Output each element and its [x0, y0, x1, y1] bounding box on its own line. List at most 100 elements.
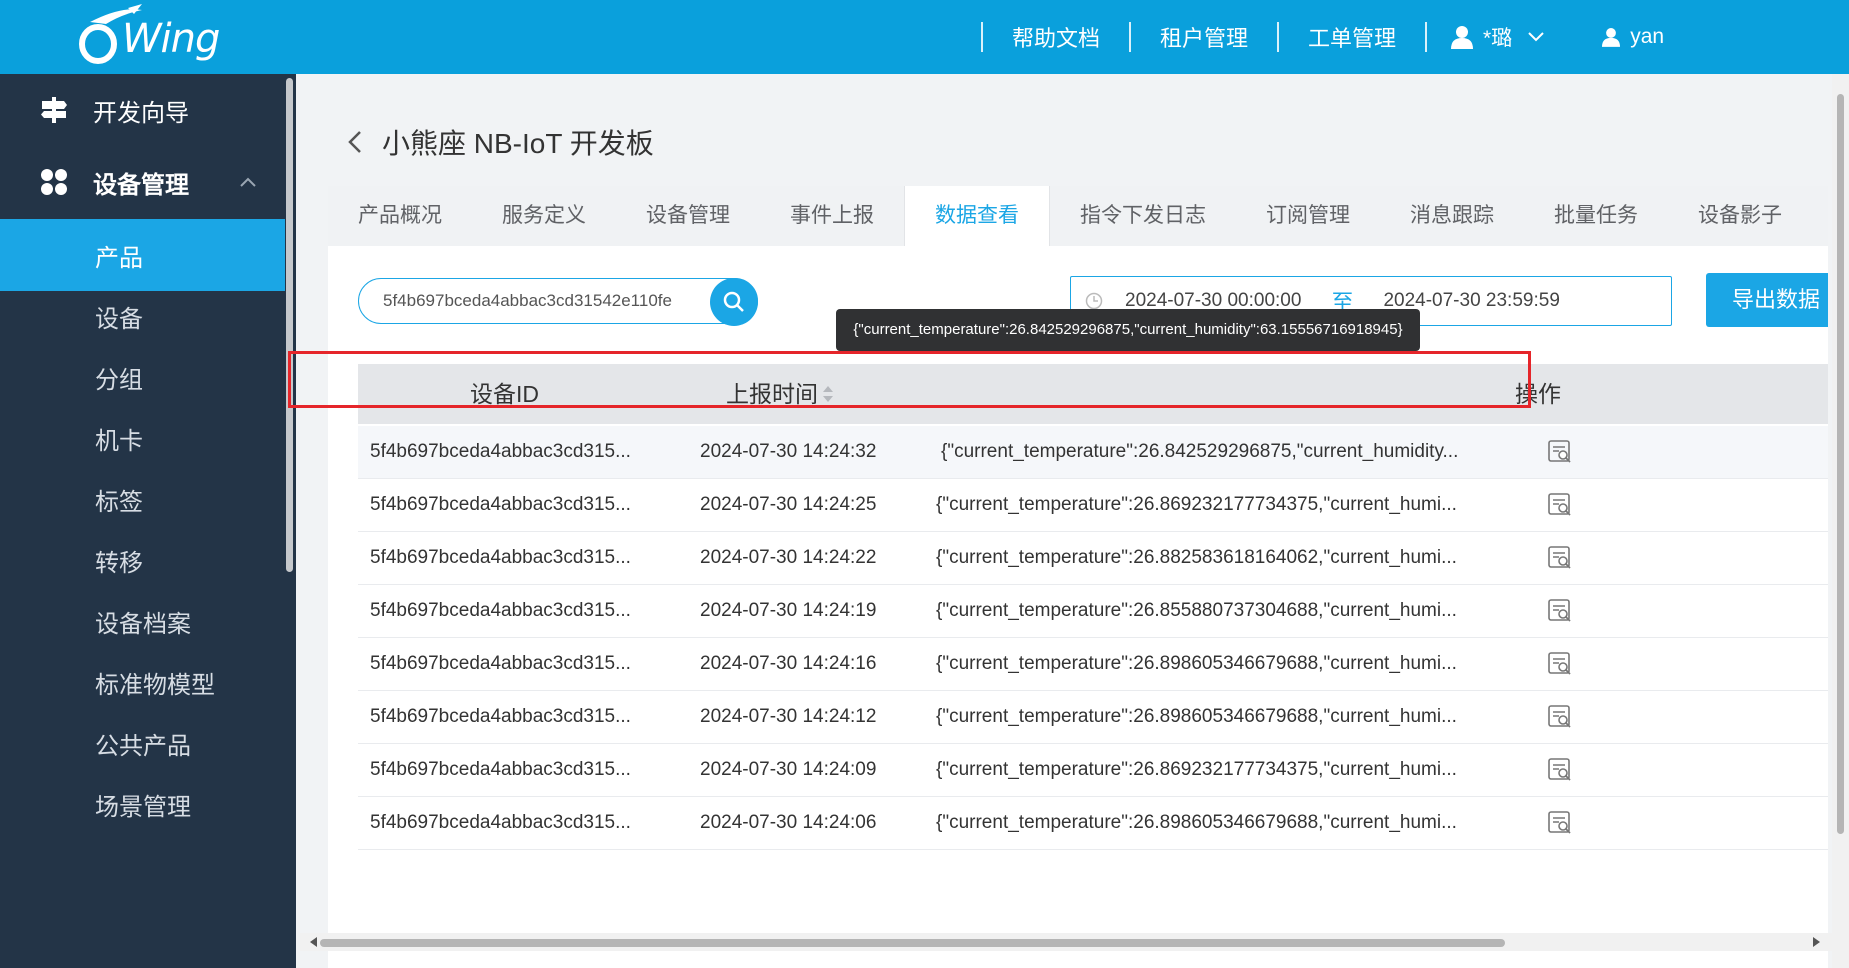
view-details-icon[interactable]	[1547, 810, 1573, 836]
apps-grid-icon	[41, 169, 67, 195]
cell-data: {"current_temperature":26.85588073730468…	[936, 600, 1457, 621]
tab-device-shadow[interactable]: 设备影子	[1668, 186, 1812, 246]
sidebar: 开发向导 设备管理 产品 设备 分组 机卡 标签 转移 设备档案 标准物模型 公…	[0, 74, 296, 968]
sidebar-item-scene-management[interactable]: 场景管理	[0, 768, 285, 840]
product-tabs: 产品概况 服务定义 设备管理 事件上报 数据查看 指令下发日志 订阅管理 消息跟…	[328, 186, 1828, 247]
table-row[interactable]: 5f4b697bceda4abbac3cd315... 2024-07-30 1…	[358, 744, 1828, 797]
scroll-left-icon[interactable]	[310, 937, 318, 947]
sidebar-item-device-management[interactable]: 设备管理	[0, 146, 285, 218]
nav-divider	[1129, 22, 1132, 52]
nav-tenant-management[interactable]: 租户管理	[1131, 21, 1277, 53]
table-row[interactable]: 5f4b697bceda4abbac3cd315... 2024-07-30 1…	[358, 797, 1828, 850]
view-details-icon[interactable]	[1547, 704, 1573, 730]
cell-device-id: 5f4b697bceda4abbac3cd315...	[370, 653, 631, 674]
clock-icon	[1085, 292, 1103, 310]
cell-report-time: 2024-07-30 14:24:19	[700, 600, 877, 621]
table-header: 设备ID 上报时间 操作	[358, 364, 1828, 424]
tab-overview[interactable]: 产品概况	[328, 186, 472, 246]
page-title: 小熊座 NB-IoT 开发板	[382, 128, 654, 159]
cell-report-time: 2024-07-30 14:24:09	[700, 759, 877, 780]
scrollbar-thumb[interactable]	[1837, 94, 1844, 834]
nav-divider	[981, 22, 983, 52]
page-vertical-scrollbar[interactable]	[1832, 74, 1849, 968]
page-horizontal-scrollbar[interactable]	[300, 933, 1832, 951]
table-row[interactable]: 5f4b697bceda4abbac3cd315... 2024-07-30 1…	[358, 426, 1828, 479]
sidebar-item-label: 设备	[95, 305, 143, 333]
top-header: Wing 帮助文档 租户管理 工单管理 *璐 yan	[0, 0, 1849, 74]
tab-data-view[interactable]: 数据查看	[904, 186, 1050, 246]
view-details-icon[interactable]	[1547, 757, 1573, 783]
nav-divider	[1277, 22, 1280, 52]
column-report-time[interactable]: 上报时间	[726, 364, 818, 424]
chevron-down-icon	[1528, 32, 1544, 42]
cell-data: {"current_temperature":26.89860534667968…	[936, 812, 1457, 833]
cell-device-id: 5f4b697bceda4abbac3cd315...	[370, 759, 631, 780]
column-actions: 操作	[1515, 381, 1561, 407]
cell-device-id: 5f4b697bceda4abbac3cd315...	[370, 812, 631, 833]
cell-data: {"current_temperature":26.89860534667968…	[936, 653, 1457, 674]
tab-batch-tasks[interactable]: 批量任务	[1524, 186, 1668, 246]
sidebar-item-label: 标准物模型	[95, 671, 215, 699]
table-row[interactable]: 5f4b697bceda4abbac3cd315... 2024-07-30 1…	[358, 532, 1828, 585]
scrollbar-thumb[interactable]	[320, 939, 1505, 947]
table-row[interactable]: 5f4b697bceda4abbac3cd315... 2024-07-30 1…	[358, 585, 1828, 638]
cell-report-time: 2024-07-30 14:24:06	[700, 812, 877, 833]
data-view-panel: 2024-07-30 00:00:00 至 2024-07-30 23:59:5…	[328, 246, 1828, 968]
nav-divider	[1425, 22, 1428, 52]
sidebar-item-label: 机卡	[95, 427, 143, 455]
search-icon	[723, 291, 744, 312]
cell-data: {"current_temperature":26.86923217773437…	[936, 494, 1457, 515]
user-icon	[1451, 26, 1474, 49]
table-row[interactable]: 5f4b697bceda4abbac3cd315... 2024-07-30 1…	[358, 479, 1828, 532]
back-arrow-icon[interactable]	[348, 130, 362, 154]
chevron-up-icon[interactable]	[240, 177, 256, 187]
cell-data: {"current_temperature":26.88258361816406…	[936, 547, 1457, 568]
view-details-icon[interactable]	[1547, 492, 1573, 518]
table-row[interactable]: 5f4b697bceda4abbac3cd315... 2024-07-30 1…	[358, 638, 1828, 691]
app-logo[interactable]: Wing	[76, 4, 226, 70]
cell-report-time: 2024-07-30 14:24:12	[700, 706, 877, 727]
cell-device-id: 5f4b697bceda4abbac3cd315...	[370, 494, 631, 515]
sidebar-item-label: 产品	[95, 244, 143, 272]
nav-help-docs[interactable]: 帮助文档	[983, 21, 1129, 53]
tab-service-definition[interactable]: 服务定义	[472, 186, 616, 246]
cell-data: {"current_temperature":26.86923217773437…	[936, 759, 1457, 780]
cell-data: {"current_temperature":26.842529296875,"…	[941, 441, 1459, 462]
tab-event-report[interactable]: 事件上报	[760, 186, 904, 246]
sidebar-item-label: 开发向导	[93, 99, 189, 127]
cell-device-id: 5f4b697bceda4abbac3cd315...	[370, 600, 631, 621]
view-details-icon[interactable]	[1547, 651, 1573, 677]
nav-ticket-management[interactable]: 工单管理	[1279, 21, 1425, 53]
sidebar-item-label: 公共产品	[95, 732, 191, 760]
sidebar-item-label: 转移	[95, 549, 143, 577]
search-button[interactable]	[710, 278, 758, 326]
sidebar-item-label: 标签	[95, 488, 143, 516]
sidebar-item-label: 场景管理	[95, 793, 191, 821]
view-details-icon[interactable]	[1547, 439, 1573, 465]
tab-device-management[interactable]: 设备管理	[616, 186, 760, 246]
user-menu[interactable]: *璐	[1427, 22, 1578, 52]
sidebar-item-dev-guide[interactable]: 开发向导	[0, 74, 285, 146]
cell-device-id: 5f4b697bceda4abbac3cd315...	[370, 706, 631, 727]
sidebar-scrollbar[interactable]	[286, 78, 293, 572]
signpost-icon	[41, 97, 67, 123]
sort-icon[interactable]	[822, 385, 834, 403]
column-device-id: 设备ID	[470, 381, 539, 407]
tab-subscriptions[interactable]: 订阅管理	[1236, 186, 1380, 246]
view-details-icon[interactable]	[1547, 598, 1573, 624]
main-content: 小熊座 NB-IoT 开发板 产品概况 服务定义 设备管理 事件上报 数据查看 …	[296, 74, 1849, 968]
account-name: yan	[1630, 25, 1665, 48]
device-search	[358, 278, 758, 326]
table-row[interactable]: 5f4b697bceda4abbac3cd315... 2024-07-30 1…	[358, 691, 1828, 744]
device-id-search-input[interactable]	[381, 285, 685, 317]
view-details-icon[interactable]	[1547, 545, 1573, 571]
tab-command-log[interactable]: 指令下发日志	[1050, 186, 1236, 246]
sidebar-item-label: 设备档案	[95, 610, 191, 638]
export-data-button[interactable]: 导出数据	[1706, 273, 1828, 327]
scroll-right-icon[interactable]	[1812, 937, 1820, 947]
account-menu[interactable]: yan	[1578, 25, 1664, 49]
cell-report-time: 2024-07-30 14:24:32	[700, 441, 877, 462]
top-nav: 帮助文档 租户管理 工单管理 *璐 yan	[981, 0, 1664, 74]
cell-device-id: 5f4b697bceda4abbac3cd315...	[370, 547, 631, 568]
tab-message-trace[interactable]: 消息跟踪	[1380, 186, 1524, 246]
